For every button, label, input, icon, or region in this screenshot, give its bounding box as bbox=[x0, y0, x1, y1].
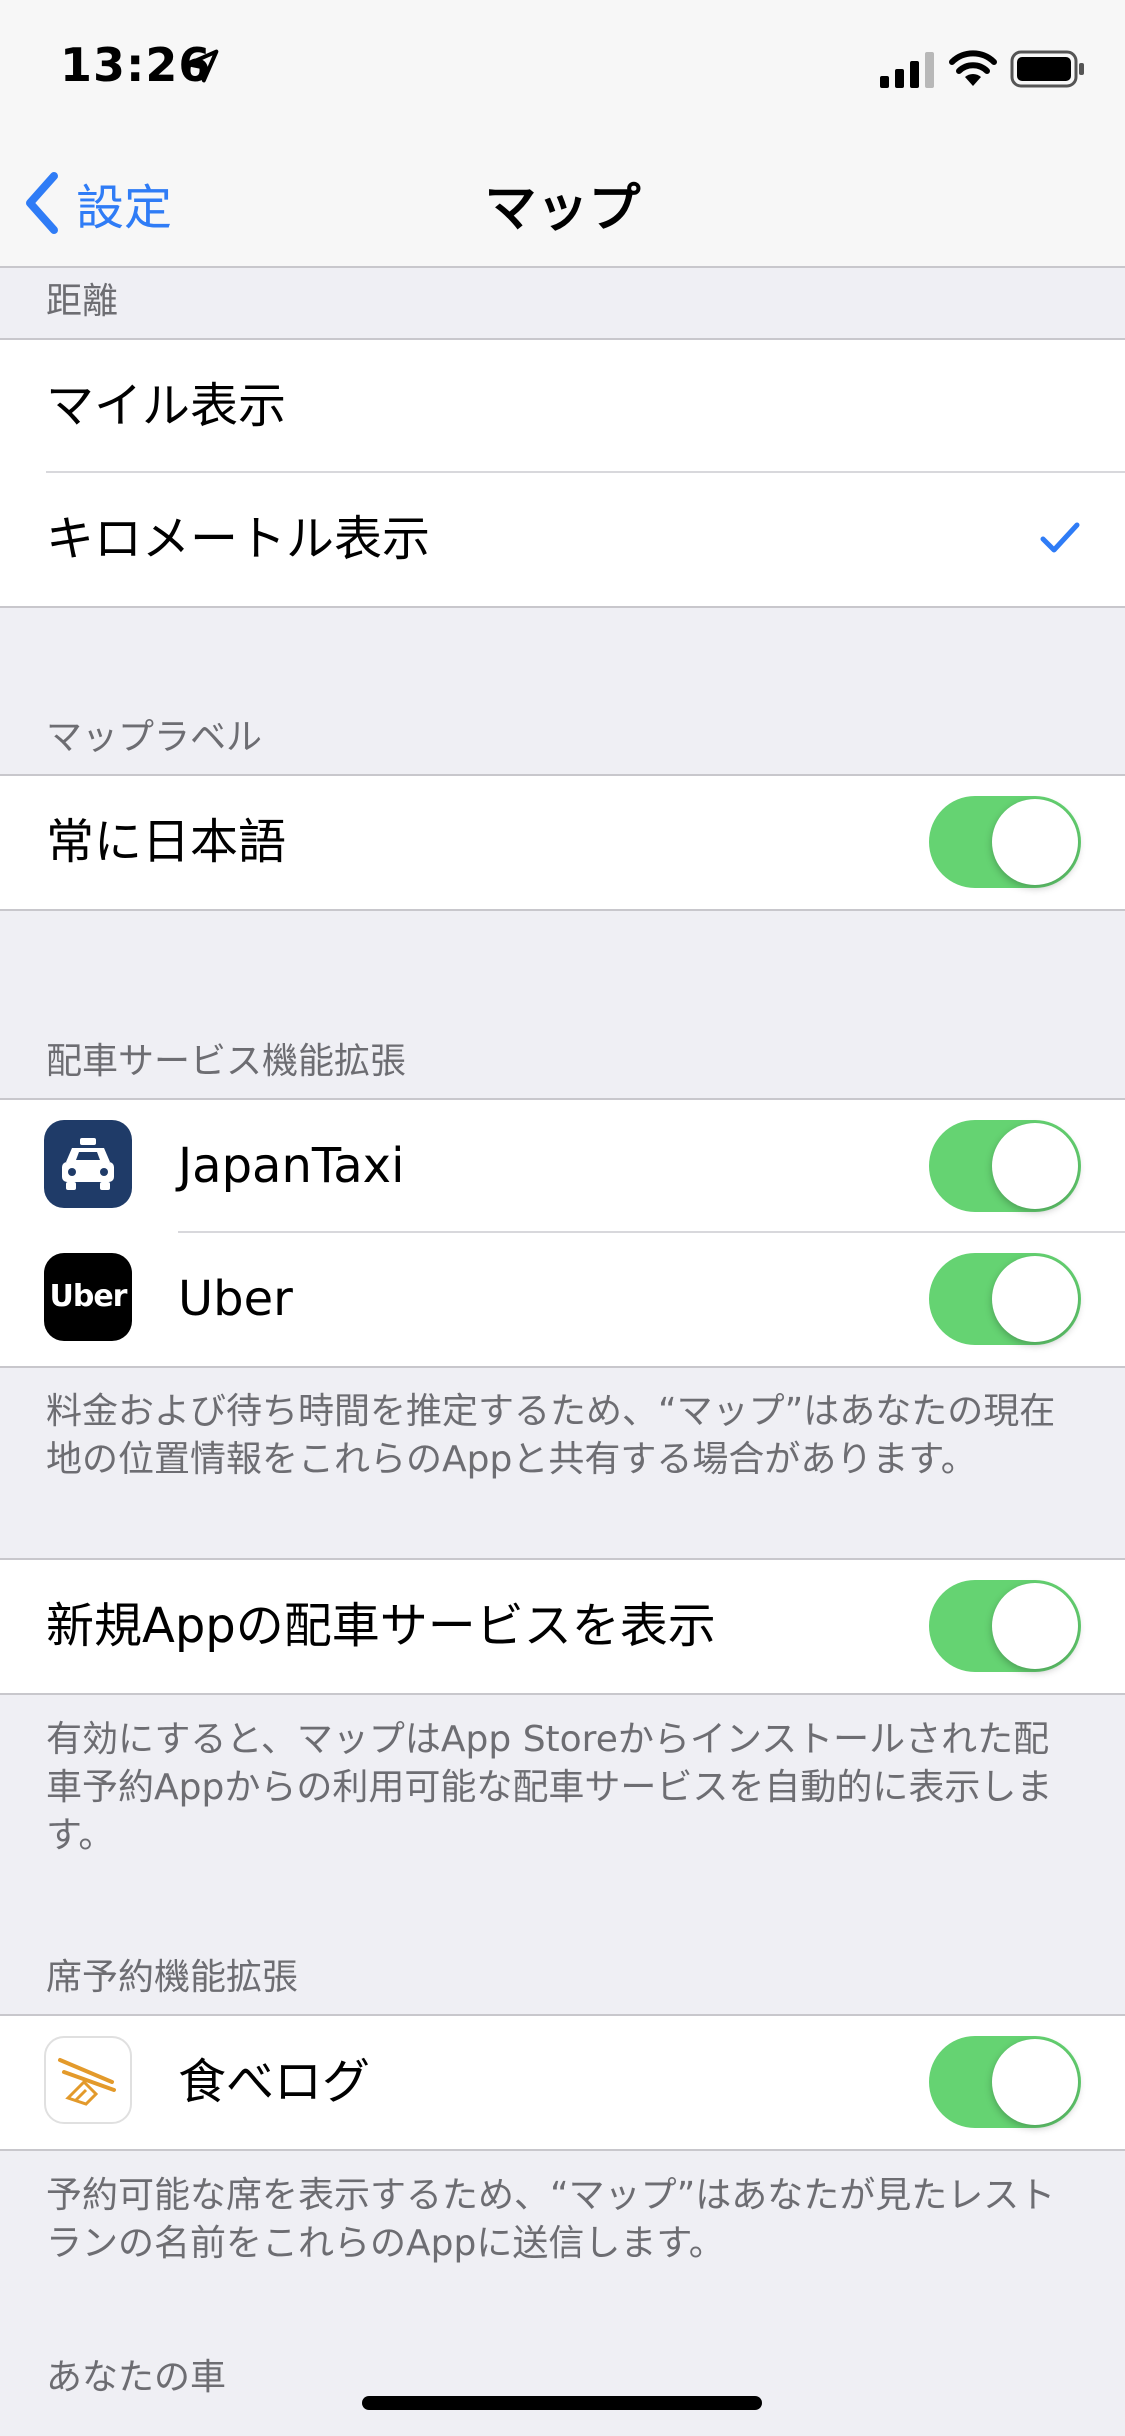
new-app-ride-toggle[interactable] bbox=[929, 1580, 1081, 1672]
japantaxi-app-icon bbox=[44, 1120, 132, 1208]
map-labels-group: 常に日本語 bbox=[0, 774, 1125, 911]
new-app-ride-group: 新規Appの配車サービスを表示 bbox=[0, 1558, 1125, 1695]
toggle-knob bbox=[992, 1123, 1078, 1209]
wifi-icon bbox=[949, 50, 997, 86]
chopsticks-icon bbox=[58, 2058, 116, 2106]
tabelog-app-icon bbox=[44, 2036, 132, 2124]
cellular-signal-icon bbox=[880, 52, 934, 88]
toggle-knob bbox=[992, 799, 1078, 885]
uber-cell: Uber Uber bbox=[0, 1233, 1125, 1366]
checkmark-icon bbox=[1040, 522, 1080, 553]
seat-reservation-footer: 予約可能な席を表示するため、“マップ”はあなたが見たレスト ランの名前をこれらの… bbox=[46, 2172, 1076, 2268]
footer-line: 車予約Appからの利用可能な配車サービスを自動的に表示しま bbox=[46, 1767, 1053, 1808]
navigation-bar: 設定 マップ bbox=[0, 140, 1125, 268]
section-header-your-car: あなたの車 bbox=[46, 2357, 227, 2398]
seat-reservation-group: 食べログ bbox=[0, 2014, 1125, 2151]
japantaxi-cell: JapanTaxi bbox=[0, 1100, 1125, 1233]
footer-line: 有効にすると、マップはApp Storeからインストールされた配 bbox=[46, 1719, 1050, 1760]
page-title: マップ bbox=[484, 179, 641, 239]
always-japanese-cell: 常に日本語 bbox=[0, 776, 1125, 909]
tabelog-toggle[interactable] bbox=[929, 2036, 1081, 2128]
battery-icon bbox=[1010, 50, 1084, 88]
footer-line: 料金および待ち時間を推定するため、“マップ”はあなたの現在 bbox=[46, 1391, 1056, 1432]
ride-extensions-footer: 料金および待ち時間を推定するため、“マップ”はあなたの現在 地の位置情報をこれら… bbox=[46, 1388, 1076, 1484]
uber-app-icon: Uber bbox=[44, 1253, 132, 1341]
cell-label: Uber bbox=[178, 1271, 293, 1327]
distance-group: マイル表示 キロメートル表示 bbox=[0, 338, 1125, 608]
status-bar: 13:26 bbox=[0, 0, 1125, 140]
always-japanese-toggle[interactable] bbox=[929, 796, 1081, 888]
new-app-ride-cell: 新規Appの配車サービスを表示 bbox=[0, 1560, 1125, 1693]
toggle-knob bbox=[992, 1583, 1078, 1669]
distance-option-kilometers[interactable]: キロメートル表示 bbox=[0, 473, 1125, 606]
home-indicator[interactable] bbox=[362, 2396, 762, 2410]
section-header-map-labels: マップラベル bbox=[46, 717, 263, 758]
distance-option-miles[interactable]: マイル表示 bbox=[0, 340, 1125, 473]
cell-label: JapanTaxi bbox=[178, 1138, 405, 1194]
cell-label: キロメートル表示 bbox=[46, 511, 431, 567]
footer-line: す。 bbox=[46, 1815, 115, 1856]
section-header-ride-extensions: 配車サービス機能拡張 bbox=[46, 1041, 407, 1082]
new-app-ride-footer: 有効にすると、マップはApp Storeからインストールされた配 車予約Appか… bbox=[46, 1716, 1076, 1860]
taxi-icon bbox=[62, 1138, 114, 1190]
footer-line: 地の位置情報をこれらのAppと共有する場合があります。 bbox=[46, 1439, 977, 1480]
cell-label: 常に日本語 bbox=[46, 814, 287, 870]
ride-extensions-group: JapanTaxi Uber Uber bbox=[0, 1098, 1125, 1368]
footer-line: ランの名前をこれらのAppに送信します。 bbox=[46, 2223, 725, 2264]
cell-label: 食べログ bbox=[178, 2054, 371, 2110]
section-header-distance: 距離 bbox=[46, 281, 119, 322]
japantaxi-toggle[interactable] bbox=[929, 1120, 1081, 1212]
location-arrow-icon bbox=[185, 49, 219, 83]
toggle-knob bbox=[992, 2039, 1078, 2125]
tabelog-cell: 食べログ bbox=[0, 2016, 1125, 2149]
footer-line: 予約可能な席を表示するため、“マップ”はあなたが見たレスト bbox=[46, 2175, 1056, 2216]
uber-toggle[interactable] bbox=[929, 1253, 1081, 1345]
cell-label: 新規Appの配車サービスを表示 bbox=[46, 1598, 716, 1654]
toggle-knob bbox=[992, 1256, 1078, 1342]
section-header-seat-reservation: 席予約機能拡張 bbox=[46, 1957, 299, 1998]
cell-label: マイル表示 bbox=[46, 378, 287, 434]
